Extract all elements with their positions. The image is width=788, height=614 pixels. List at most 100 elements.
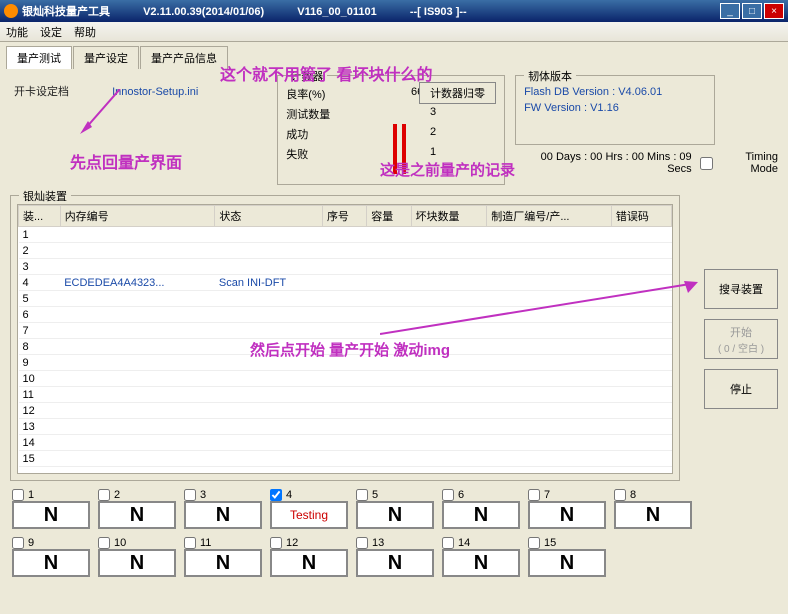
port-number: 3 bbox=[200, 489, 206, 501]
title-seg-4: --[ IS903 ]-- bbox=[410, 6, 467, 18]
port-4: 4Testing bbox=[270, 489, 348, 529]
timing-mode-input[interactable] bbox=[700, 157, 713, 170]
port-status-4: Testing bbox=[270, 501, 348, 529]
counter-reset-button[interactable]: 计数器归零 bbox=[419, 82, 496, 104]
port-checkbox-12[interactable] bbox=[270, 537, 282, 549]
table-row[interactable]: 9 bbox=[19, 355, 672, 371]
table-header[interactable]: 状态 bbox=[215, 206, 323, 227]
port-status-15: N bbox=[528, 549, 606, 577]
table-row[interactable]: 11 bbox=[19, 387, 672, 403]
menu-help[interactable]: 帮助 bbox=[74, 24, 96, 40]
port-2: 2N bbox=[98, 489, 176, 529]
port-status-10: N bbox=[98, 549, 176, 577]
timing-mode-label: Timing Mode bbox=[716, 151, 778, 175]
start-button[interactable]: 开始 ( 0 / 空白 ) bbox=[704, 319, 778, 359]
title-seg-3: V116_00_01101 bbox=[297, 6, 377, 18]
counter-group: 计数器 计数器归零 良率(%)66 %测试数量3成功2失败1 bbox=[277, 75, 505, 185]
port-checkbox-3[interactable] bbox=[184, 489, 196, 501]
table-row[interactable]: 7 bbox=[19, 323, 672, 339]
port-checkbox-6[interactable] bbox=[442, 489, 454, 501]
port-status-6: N bbox=[442, 501, 520, 529]
port-9: 9N bbox=[12, 537, 90, 577]
port-13: 13N bbox=[356, 537, 434, 577]
tab-production-settings[interactable]: 量产设定 bbox=[73, 46, 139, 69]
port-8: 8N bbox=[614, 489, 692, 529]
port-number: 9 bbox=[28, 537, 34, 549]
port-checkbox-13[interactable] bbox=[356, 537, 368, 549]
counter-label: 测试数量 bbox=[286, 106, 330, 122]
device-table[interactable]: 装...内存编号状态序号容量坏块数量制造厂编号/产...错误码 1234ECDE… bbox=[17, 204, 673, 474]
port-status-3: N bbox=[184, 501, 262, 529]
device-group-title: 银灿装置 bbox=[19, 188, 71, 204]
port-checkbox-7[interactable] bbox=[528, 489, 540, 501]
tab-production-test[interactable]: 量产测试 bbox=[6, 46, 72, 69]
table-header[interactable]: 装... bbox=[19, 206, 61, 227]
port-status-7: N bbox=[528, 501, 606, 529]
tab-product-info[interactable]: 量产产品信息 bbox=[140, 46, 228, 69]
minimize-button[interactable]: _ bbox=[720, 3, 740, 19]
port-checkbox-8[interactable] bbox=[614, 489, 626, 501]
port-15: 15N bbox=[528, 537, 606, 577]
open-card-file: Innostor-Setup.ini bbox=[112, 86, 198, 98]
table-row[interactable]: 12 bbox=[19, 403, 672, 419]
counter-row: 测试数量 3 bbox=[286, 106, 496, 122]
fw-version: FW Version : V1.16 bbox=[524, 102, 706, 114]
close-button[interactable]: × bbox=[764, 3, 784, 19]
table-row[interactable]: 1 bbox=[19, 227, 672, 243]
port-checkbox-14[interactable] bbox=[442, 537, 454, 549]
table-header[interactable]: 制造厂编号/产... bbox=[487, 206, 612, 227]
port-number: 7 bbox=[544, 489, 550, 501]
port-checkbox-5[interactable] bbox=[356, 489, 368, 501]
red-bar-icon bbox=[402, 124, 406, 174]
counter-label: 成功 bbox=[286, 126, 308, 142]
firmware-group: 韧体版本 Flash DB Version : V4.06.01 FW Vers… bbox=[515, 75, 715, 145]
counter-value: 2 bbox=[430, 126, 436, 142]
port-number: 6 bbox=[458, 489, 464, 501]
table-row[interactable]: 14 bbox=[19, 435, 672, 451]
elapsed-time: 00 Days : 00 Hrs : 00 Mins : 09 Secs bbox=[515, 151, 692, 175]
port-checkbox-1[interactable] bbox=[12, 489, 24, 501]
red-bar-icon bbox=[393, 124, 397, 174]
table-header[interactable]: 序号 bbox=[322, 206, 366, 227]
table-row[interactable]: 4ECDEDEA4A4323...Scan INI-DFT bbox=[19, 275, 672, 291]
table-row[interactable]: 8 bbox=[19, 339, 672, 355]
menu-func[interactable]: 功能 bbox=[6, 24, 28, 40]
port-number: 11 bbox=[200, 537, 211, 549]
table-row[interactable]: 3 bbox=[19, 259, 672, 275]
port-checkbox-10[interactable] bbox=[98, 537, 110, 549]
port-status-12: N bbox=[270, 549, 348, 577]
table-header[interactable]: 坏块数量 bbox=[411, 206, 487, 227]
firmware-title: 韧体版本 bbox=[524, 68, 576, 84]
timing-mode-checkbox[interactable]: Timing Mode bbox=[700, 151, 778, 175]
table-header[interactable]: 内存编号 bbox=[60, 206, 215, 227]
port-checkbox-11[interactable] bbox=[184, 537, 196, 549]
menu-settings[interactable]: 设定 bbox=[40, 24, 62, 40]
port-checkbox-9[interactable] bbox=[12, 537, 24, 549]
stop-button[interactable]: 停止 bbox=[704, 369, 778, 409]
app-icon bbox=[4, 4, 18, 18]
table-header[interactable]: 容量 bbox=[367, 206, 411, 227]
table-row[interactable]: 13 bbox=[19, 419, 672, 435]
port-status-11: N bbox=[184, 549, 262, 577]
table-row[interactable]: 5 bbox=[19, 291, 672, 307]
device-group: 银灿装置 装...内存编号状态序号容量坏块数量制造厂编号/产...错误码 123… bbox=[10, 195, 680, 481]
table-row[interactable]: 10 bbox=[19, 371, 672, 387]
table-row[interactable]: 6 bbox=[19, 307, 672, 323]
port-status-14: N bbox=[442, 549, 520, 577]
search-device-button[interactable]: 搜寻装置 bbox=[704, 269, 778, 309]
port-checkbox-2[interactable] bbox=[98, 489, 110, 501]
maximize-button[interactable]: □ bbox=[742, 3, 762, 19]
port-11: 11N bbox=[184, 537, 262, 577]
window-buttons: _ □ × bbox=[720, 3, 784, 19]
table-header[interactable]: 错误码 bbox=[611, 206, 671, 227]
start-label: 开始 bbox=[730, 327, 752, 339]
counter-value: 3 bbox=[430, 106, 436, 122]
window-title: 银灿科技量产工具 V2.11.00.39(2014/01/06) V116_00… bbox=[22, 3, 720, 19]
table-row[interactable]: 2 bbox=[19, 243, 672, 259]
start-sub-label: ( 0 / 空白 ) bbox=[718, 344, 764, 355]
flash-db-version: Flash DB Version : V4.06.01 bbox=[524, 86, 706, 98]
port-checkbox-4[interactable] bbox=[270, 489, 282, 501]
table-row[interactable]: 15 bbox=[19, 451, 672, 467]
open-card-config: 开卡设定档 Innostor-Setup.ini bbox=[14, 83, 267, 99]
port-checkbox-15[interactable] bbox=[528, 537, 540, 549]
